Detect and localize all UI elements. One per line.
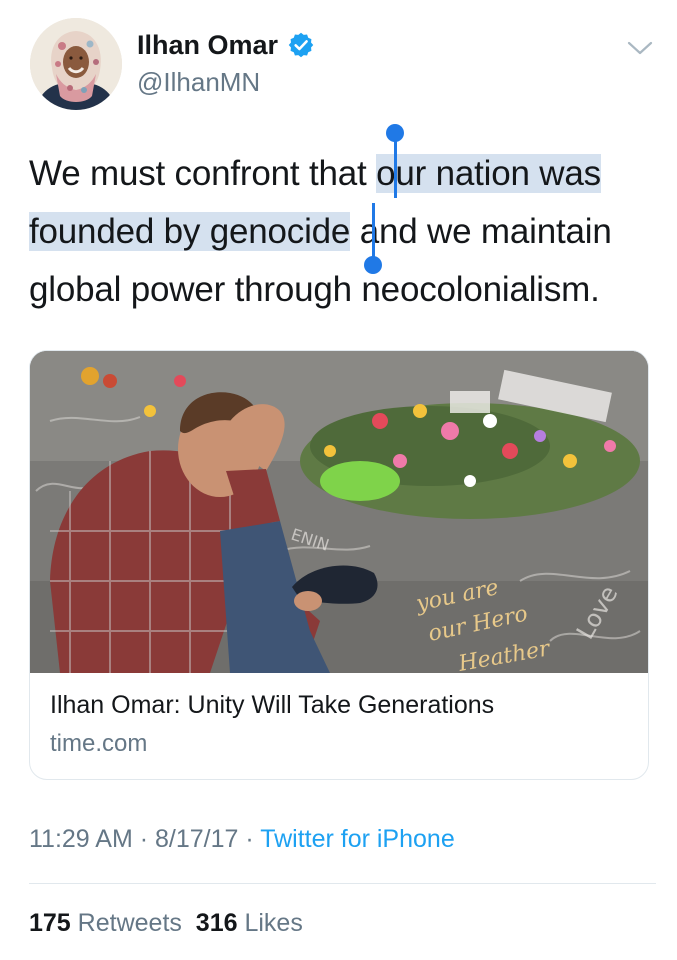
divider bbox=[29, 883, 656, 884]
chevron-down-icon[interactable] bbox=[626, 38, 654, 58]
retweets-label: Retweets bbox=[77, 909, 182, 937]
likes-label: Likes bbox=[244, 909, 303, 937]
link-card-domain: time.com bbox=[50, 730, 148, 757]
selection-end-knob[interactable] bbox=[364, 256, 382, 274]
tweet-meta: 11:29 AM · 8/17/17 · Twitter for iPhone bbox=[29, 822, 455, 856]
tweet-source-link[interactable]: Twitter for iPhone bbox=[260, 825, 455, 853]
retweets-stat[interactable]: 175 Retweets bbox=[29, 909, 182, 937]
meta-separator: · bbox=[238, 825, 261, 853]
tweet-text-before: We must confront that bbox=[29, 154, 377, 193]
retweets-count: 175 bbox=[29, 909, 71, 937]
verified-badge-icon bbox=[287, 31, 315, 59]
link-card-title[interactable]: Ilhan Omar: Unity Will Take Generations bbox=[50, 689, 494, 721]
link-card-image[interactable]: you are our Hero Heather Love ENIN bbox=[30, 351, 648, 673]
author-name-row[interactable]: Ilhan Omar bbox=[137, 28, 315, 62]
avatar[interactable] bbox=[30, 18, 122, 110]
link-card[interactable]: you are our Hero Heather Love ENIN Ilhan… bbox=[29, 350, 649, 780]
author-handle[interactable]: @IlhanMN bbox=[137, 66, 260, 98]
likes-stat[interactable]: 316 Likes bbox=[196, 909, 303, 937]
memorial-photo: you are our Hero Heather Love ENIN bbox=[30, 351, 648, 673]
tweet-stats: 175 Retweets 316 Likes bbox=[29, 906, 303, 940]
avatar-image bbox=[30, 18, 122, 110]
selection-end-handle[interactable] bbox=[372, 203, 375, 261]
tweet-text[interactable]: We must confront that our nation was fou… bbox=[29, 145, 659, 319]
selection-start-handle[interactable] bbox=[394, 138, 397, 198]
meta-separator: · bbox=[132, 825, 155, 853]
tweet-date[interactable]: 8/17/17 bbox=[155, 825, 238, 853]
tweet-time[interactable]: 11:29 AM bbox=[29, 825, 133, 853]
likes-count: 316 bbox=[195, 909, 238, 937]
author-display-name[interactable]: Ilhan Omar bbox=[137, 28, 278, 62]
